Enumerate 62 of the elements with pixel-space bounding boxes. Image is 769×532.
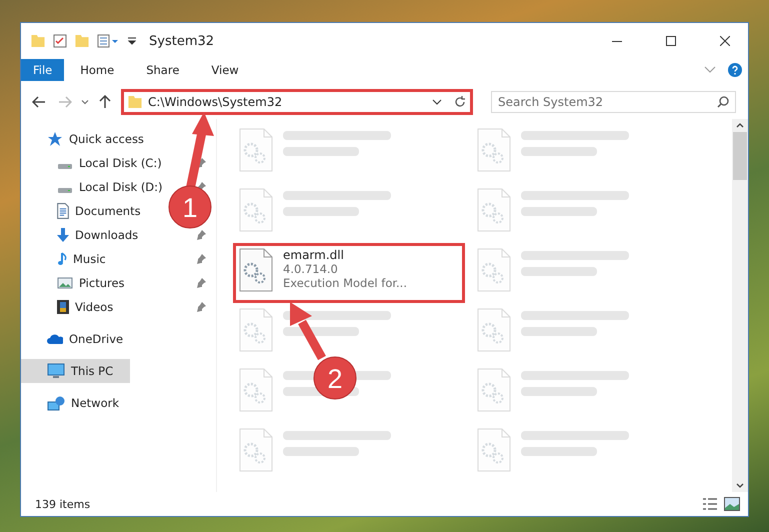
- pin-icon[interactable]: [196, 254, 206, 264]
- search-field[interactable]: Search System32: [491, 91, 736, 113]
- monitor-icon: [47, 363, 65, 379]
- thumbnail-view-icon[interactable]: [724, 497, 740, 511]
- ribbon-tab[interactable]: Home: [64, 59, 130, 81]
- checklist-icon[interactable]: [53, 34, 67, 48]
- dropdown-icon[interactable]: [127, 36, 137, 46]
- music-note-icon: [57, 252, 67, 266]
- refresh-icon: [454, 96, 466, 108]
- back-arrow-icon: [32, 96, 46, 108]
- address-bar[interactable]: C:\Windows\System32: [121, 89, 473, 115]
- properties-icon[interactable]: [97, 34, 119, 48]
- maximize-icon: [666, 36, 676, 46]
- up-arrow-icon: [99, 95, 111, 109]
- ribbon-tab[interactable]: File: [21, 59, 64, 81]
- gear-file-icon: [239, 248, 273, 292]
- nav-item[interactable]: This PC: [21, 359, 130, 383]
- nav-item[interactable]: Music: [21, 247, 112, 271]
- nav-item[interactable]: Local Disk (C:): [21, 151, 168, 175]
- drive-icon: [57, 186, 73, 194]
- picture-icon: [57, 277, 73, 289]
- status-text: 139 items: [35, 498, 90, 510]
- forward-arrow-icon: [58, 96, 72, 108]
- nav-item[interactable]: Pictures: [21, 271, 131, 295]
- chevron-down-icon[interactable]: [704, 66, 716, 73]
- pin-icon[interactable]: [196, 230, 206, 240]
- close-icon: [720, 36, 730, 46]
- download-arrow-icon: [57, 228, 69, 242]
- ribbon-tab[interactable]: View: [195, 59, 255, 81]
- network-icon: [47, 396, 65, 410]
- nav-item[interactable]: OneDrive: [21, 327, 130, 351]
- pin-icon[interactable]: [196, 302, 206, 312]
- drive-icon: [57, 162, 73, 170]
- caret-icon: [432, 99, 442, 105]
- folder-icon: [128, 96, 142, 108]
- file-item[interactable]: emarm.dll 4.0.714.0 Execution Model for...: [235, 245, 463, 301]
- film-strip-icon: [57, 300, 69, 314]
- document-icon: [57, 203, 69, 219]
- callout-badge: 2: [314, 356, 356, 400]
- folder-icon: [31, 35, 45, 47]
- nav-item[interactable]: Documents: [21, 199, 147, 223]
- ribbon-tab[interactable]: Share: [130, 59, 196, 81]
- minimize-icon: [612, 40, 622, 42]
- nav-item[interactable]: Local Disk (D:): [21, 175, 169, 199]
- star-icon: [47, 131, 63, 147]
- pin-icon[interactable]: [196, 278, 206, 288]
- scrollbar[interactable]: [732, 119, 748, 492]
- search-icon: [717, 96, 729, 108]
- details-view-icon[interactable]: [702, 498, 718, 510]
- help-icon[interactable]: [728, 63, 742, 77]
- chevron-up-icon: [736, 123, 744, 128]
- nav-item[interactable]: Network: [21, 391, 126, 415]
- nav-item[interactable]: Downloads: [21, 223, 144, 247]
- callout-badge: 1: [168, 186, 212, 228]
- scrollbar-thumb[interactable]: [733, 132, 747, 180]
- window-title: System32: [149, 34, 214, 48]
- nav-item[interactable]: Quick access: [21, 127, 150, 151]
- cloud-icon: [47, 334, 63, 344]
- chevron-down-icon: [736, 483, 744, 488]
- arrow: [290, 302, 326, 360]
- nav-item[interactable]: Videos: [21, 295, 120, 319]
- caret-icon[interactable]: [81, 100, 89, 104]
